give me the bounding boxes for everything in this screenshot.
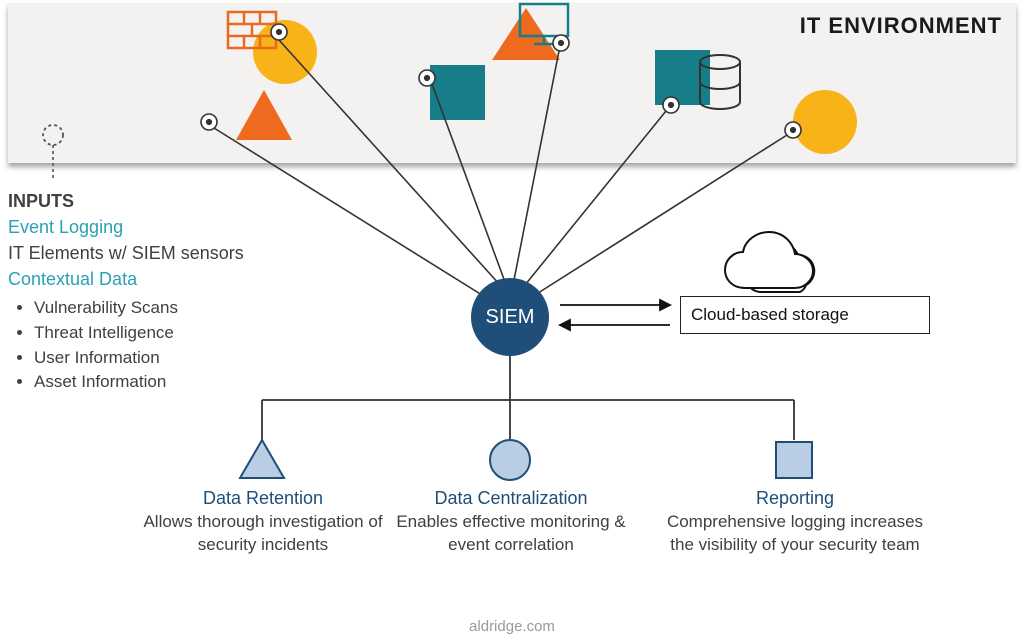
footer-site: aldridge.com	[0, 618, 1024, 635]
inputs-title: INPUTS	[8, 188, 318, 214]
cloud-storage-label: Cloud-based storage	[691, 305, 849, 325]
feature-title: Data Retention	[128, 488, 398, 509]
feature-shape-circle	[490, 440, 530, 480]
inputs-panel: INPUTS Event Logging IT Elements w/ SIEM…	[8, 188, 318, 395]
feature-shape-square	[776, 442, 812, 478]
feature-title: Data Centralization	[376, 488, 646, 509]
inputs-event-logging: Event Logging	[8, 214, 318, 240]
inputs-bullet: Threat Intelligence	[34, 321, 318, 346]
cloud-storage-box: Cloud-based storage	[680, 296, 930, 334]
feature-desc: Enables effective monitoring & event cor…	[376, 511, 646, 557]
siem-cloud-arrows	[560, 300, 670, 330]
environment-title: IT ENVIRONMENT	[800, 13, 1002, 39]
inputs-contextual: Contextual Data	[8, 266, 318, 292]
feature-data-retention: Data Retention Allows thorough investiga…	[128, 488, 398, 557]
connector-lines-bottom	[262, 356, 794, 440]
feature-data-centralization: Data Centralization Enables effective mo…	[376, 488, 646, 557]
siem-label: SIEM	[486, 306, 535, 329]
inputs-bullet: Asset Information	[34, 370, 318, 395]
inputs-bullet-list: Vulnerability Scans Threat Intelligence …	[8, 296, 318, 395]
cloud-icon-clean	[725, 232, 813, 288]
environment-band: IT ENVIRONMENT	[8, 3, 1016, 163]
inputs-bullet: Vulnerability Scans	[34, 296, 318, 321]
inputs-sensors: IT Elements w/ SIEM sensors	[8, 240, 318, 266]
feature-title: Reporting	[660, 488, 930, 509]
feature-desc: Comprehensive logging increases the visi…	[660, 511, 930, 557]
inputs-bullet: User Information	[34, 346, 318, 371]
feature-shape-triangle	[240, 440, 284, 478]
feature-desc: Allows thorough investigation of securit…	[128, 511, 398, 557]
feature-reporting: Reporting Comprehensive logging increase…	[660, 488, 930, 557]
cloud-icon	[745, 242, 814, 292]
siem-node: SIEM	[471, 278, 549, 356]
